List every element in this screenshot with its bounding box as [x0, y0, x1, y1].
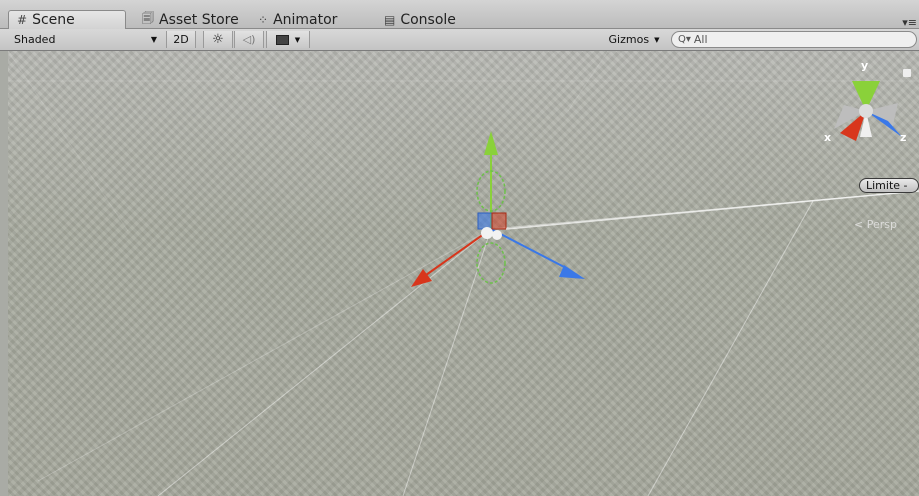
hash-icon: #	[17, 13, 28, 27]
tab-asset-store[interactable]: 🗐 Asset Store	[134, 10, 247, 29]
axis-x-label: x	[824, 131, 832, 144]
animator-icon: ⁘	[258, 12, 269, 27]
tab-console[interactable]: ▤ Console	[376, 10, 464, 29]
gizmos-label: Gizmos	[608, 33, 650, 46]
shading-mode-dropdown[interactable]: Shaded ▼	[14, 31, 161, 48]
search-icon: Q▾	[678, 34, 691, 45]
gizmos-dropdown[interactable]: Gizmos ▼	[602, 31, 666, 48]
search-input[interactable]: Q▾ All	[671, 31, 917, 48]
tab-scene[interactable]: # Scene	[8, 10, 126, 29]
effects-dropdown[interactable]: ▼	[266, 31, 310, 48]
chevron-down-icon: ▼	[294, 35, 301, 44]
axis-y-label: y	[861, 59, 869, 72]
tab-label: Animator	[273, 11, 338, 28]
toggle-2d-button[interactable]: 2D	[166, 31, 196, 48]
speaker-icon: ◁)	[242, 33, 256, 46]
sun-icon: ☼	[212, 32, 224, 47]
limit-label: Limite -	[866, 179, 908, 192]
chevron-down-icon: ▼	[654, 35, 660, 44]
projection-label: Persp	[866, 218, 897, 231]
grid-lines	[8, 51, 919, 496]
panel-menu-icon[interactable]: ▾≡	[902, 16, 917, 29]
search-placeholder: All	[693, 33, 708, 46]
chevron-left-icon: <	[854, 218, 867, 231]
audio-toggle-button[interactable]: ◁)	[234, 31, 264, 48]
tab-label: Scene	[32, 12, 75, 28]
store-icon: 🗐	[142, 11, 154, 25]
console-icon: ▤	[384, 12, 396, 27]
chevron-down-icon: ▼	[150, 35, 157, 44]
shading-mode-label: Shaded	[14, 33, 56, 46]
move-gizmo[interactable]	[411, 131, 919, 287]
tab-animator[interactable]: ⁘ Animator	[250, 10, 345, 29]
scene-toolbar: Shaded ▼ 2D ☼ ◁) ▼ Gizmos ▼ Q▾ All	[0, 29, 919, 51]
limit-badge[interactable]: Limite -	[859, 178, 919, 193]
scene-canvas	[8, 51, 919, 496]
toggle-2d-label: 2D	[173, 33, 189, 46]
lighting-toggle-button[interactable]: ☼	[203, 31, 233, 48]
lock-icon	[903, 69, 911, 77]
tab-bar: # Scene 🗐 Asset Store ⁘ Animator ▤ Conso…	[0, 0, 919, 29]
axis-z-label: z	[900, 131, 907, 144]
image-icon	[275, 34, 289, 45]
tab-label: Asset Store	[159, 11, 239, 28]
scene-viewport[interactable]: y x z < Persp	[8, 51, 919, 496]
tab-label: Console	[400, 11, 456, 28]
projection-toggle[interactable]: < Persp	[854, 218, 897, 231]
